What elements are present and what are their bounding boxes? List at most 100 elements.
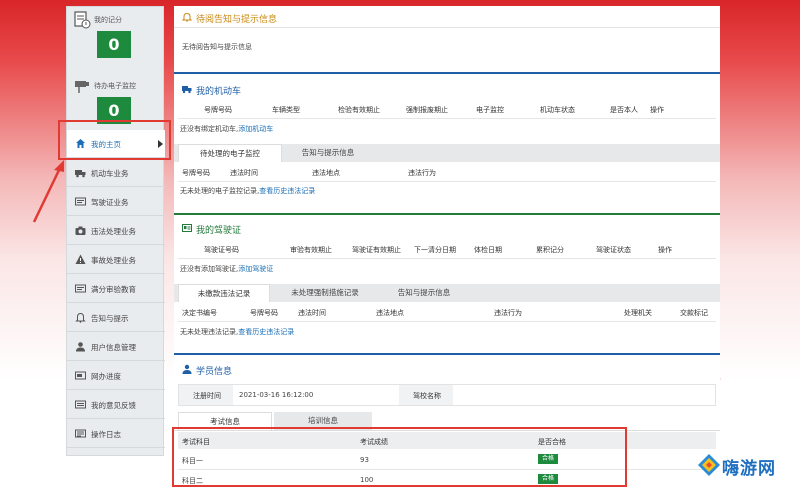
notice-panel-header: 待阅告知与提示信息 bbox=[174, 6, 720, 28]
sidebar-item-license[interactable]: 驾驶证业务 bbox=[67, 188, 165, 216]
license-empty-label: 还没有添加驾驶证, bbox=[180, 265, 239, 273]
vehicle-empty-text: 还没有绑定机动车,添加机动车 bbox=[180, 124, 273, 134]
row-divider bbox=[178, 118, 716, 119]
user-icon bbox=[76, 342, 85, 352]
history-violation-link[interactable]: 查看历史违法记录 bbox=[259, 187, 315, 195]
monitor-empty-label: 无未处理的电子监控记录, bbox=[180, 187, 260, 195]
sidebar-item-label: 操作日志 bbox=[91, 430, 121, 439]
violation-col-payment: 交款标记 bbox=[680, 309, 708, 317]
vehicle-col-plate: 号牌号码 bbox=[204, 106, 232, 114]
license-divider bbox=[174, 213, 720, 215]
watermark-text: 嗨游网 bbox=[722, 459, 776, 479]
tab-vehicle-notices[interactable]: 告知与提示信息 bbox=[284, 144, 372, 162]
card-icon bbox=[75, 197, 86, 206]
license-col-action: 操作 bbox=[658, 246, 672, 254]
sidebar-item-log[interactable]: 操作日志 bbox=[67, 420, 165, 448]
card-icon bbox=[75, 284, 86, 293]
progress-icon bbox=[75, 371, 86, 380]
vehicle-title: 我的机动车 bbox=[196, 87, 242, 97]
license-col-review: 审验有效期止 bbox=[290, 246, 332, 254]
id-card-icon bbox=[182, 224, 192, 232]
truck-icon bbox=[75, 170, 86, 178]
vehicle-col-action: 操作 bbox=[650, 106, 664, 114]
monitor-col-behavior: 违法行为 bbox=[408, 169, 436, 177]
sidebar-item-progress[interactable]: 网办进度 bbox=[67, 362, 165, 390]
vehicle-divider bbox=[174, 72, 720, 74]
sidebar: 我的记分 0 待办电子监控 0 我的主页 机动车业务 驾驶证业务 违法处理业务 … bbox=[66, 6, 165, 456]
home-highlight-box bbox=[58, 120, 171, 160]
bell-icon bbox=[75, 312, 86, 323]
camera-icon bbox=[75, 226, 86, 235]
sidebar-item-label: 驾驶证业务 bbox=[91, 198, 129, 207]
sidebar-item-violation[interactable]: 违法处理业务 bbox=[67, 217, 165, 245]
student-info-row: 注册时间 2021-03-16 16:12:00 驾校名称 bbox=[178, 384, 716, 406]
add-license-link[interactable]: 添加驾驶证 bbox=[238, 265, 273, 273]
monitor-col-plate: 号牌号码 bbox=[182, 169, 210, 177]
vehicle-col-type: 车辆类型 bbox=[272, 106, 300, 114]
license-col-valid: 驾驶证有效期止 bbox=[352, 246, 401, 254]
license-col-clear-date: 下一清分日期 bbox=[414, 246, 456, 254]
bell-icon bbox=[182, 12, 192, 22]
notice-title: 待阅告知与提示信息 bbox=[196, 15, 278, 25]
violation-col-place: 违法地点 bbox=[376, 309, 404, 317]
sidebar-item-user[interactable]: 用户信息管理 bbox=[67, 333, 165, 361]
sidebar-item-notices[interactable]: 告知与提示 bbox=[67, 304, 165, 332]
monitor-col-place: 违法地点 bbox=[312, 169, 340, 177]
vehicle-panel-header: 我的机动车 bbox=[174, 78, 720, 100]
sidebar-item-label: 事故处理业务 bbox=[91, 256, 136, 265]
tab-unpaid-violations[interactable]: 未缴款违法记录 bbox=[178, 284, 270, 302]
row-divider bbox=[178, 181, 716, 182]
sidebar-item-label: 网办进度 bbox=[91, 372, 121, 381]
license-col-number: 驾驶证号码 bbox=[204, 246, 239, 254]
sidebar-item-label: 满分审验教育 bbox=[91, 285, 136, 294]
log-icon bbox=[75, 429, 86, 438]
traffic-camera-icon bbox=[75, 81, 89, 93]
score-value[interactable]: 0 bbox=[97, 31, 131, 58]
violation-col-time: 违法时间 bbox=[298, 309, 326, 317]
pending-monitor-label: 待办电子监控 bbox=[94, 82, 136, 90]
violation-col-office: 处理机关 bbox=[624, 309, 652, 317]
arrow-to-home bbox=[32, 167, 62, 223]
vehicle-col-inspection: 检验有效期止 bbox=[338, 106, 380, 114]
exam-highlight-box bbox=[172, 427, 627, 487]
sidebar-item-education[interactable]: 满分审验教育 bbox=[67, 275, 165, 303]
license-panel-header: 我的驾驶证 bbox=[174, 217, 720, 239]
sidebar-item-feedback[interactable]: 我的意见反馈 bbox=[67, 391, 165, 419]
score-label: 我的记分 bbox=[94, 16, 122, 24]
main-content: 待阅告知与提示信息 无待阅告知与提示信息 我的机动车 号牌号码 车辆类型 检验有… bbox=[174, 6, 720, 487]
monitor-empty-text: 无未处理的电子监控记录,查看历史违法记录 bbox=[180, 186, 315, 196]
school-label: 驾校名称 bbox=[413, 392, 441, 400]
tab-pending-monitor[interactable]: 待处理的电子监控 bbox=[178, 144, 282, 162]
warning-icon bbox=[75, 254, 86, 264]
license-col-points: 累积记分 bbox=[536, 246, 564, 254]
student-panel-header: 学员信息 bbox=[174, 358, 720, 380]
student-divider bbox=[174, 353, 720, 355]
row-divider bbox=[178, 321, 716, 322]
history-violation-link[interactable]: 查看历史违法记录 bbox=[238, 328, 294, 336]
license-col-status: 驾驶证状态 bbox=[596, 246, 631, 254]
add-vehicle-link[interactable]: 添加机动车 bbox=[238, 125, 273, 133]
reg-time-label: 注册时间 bbox=[193, 392, 221, 400]
site-watermark: 嗨游网 bbox=[694, 450, 798, 482]
score-box: 我的记分 0 bbox=[67, 7, 165, 63]
row-divider bbox=[178, 258, 716, 259]
sidebar-item-label: 我的意见反馈 bbox=[91, 401, 136, 410]
student-title: 学员信息 bbox=[196, 367, 233, 377]
tab-license-notices[interactable]: 告知与提示信息 bbox=[380, 284, 468, 302]
vehicle-col-owner: 是否本人 bbox=[610, 106, 638, 114]
sidebar-item-vehicle[interactable]: 机动车业务 bbox=[67, 159, 165, 187]
user-icon bbox=[182, 364, 192, 374]
vehicle-empty-label: 还没有绑定机动车, bbox=[180, 125, 239, 133]
sidebar-item-accident[interactable]: 事故处理业务 bbox=[67, 246, 165, 274]
reg-time-value: 2021-03-16 16:12:00 bbox=[239, 391, 314, 399]
vehicle-col-scrap: 强制报废期止 bbox=[406, 106, 448, 114]
sidebar-item-label: 机动车业务 bbox=[91, 169, 129, 178]
sidebar-item-label: 告知与提示 bbox=[91, 314, 129, 323]
violation-empty-label: 无未处理违法记录, bbox=[180, 328, 239, 336]
tab-enforcement-records[interactable]: 未处理强制措施记录 bbox=[272, 284, 378, 302]
watermark-logo-icon bbox=[698, 454, 720, 476]
document-score-icon bbox=[74, 11, 91, 29]
violation-empty-text: 无未处理违法记录,查看历史违法记录 bbox=[180, 327, 294, 337]
sidebar-item-label: 违法处理业务 bbox=[91, 227, 136, 236]
notice-empty-text: 无待阅告知与提示信息 bbox=[182, 43, 252, 51]
